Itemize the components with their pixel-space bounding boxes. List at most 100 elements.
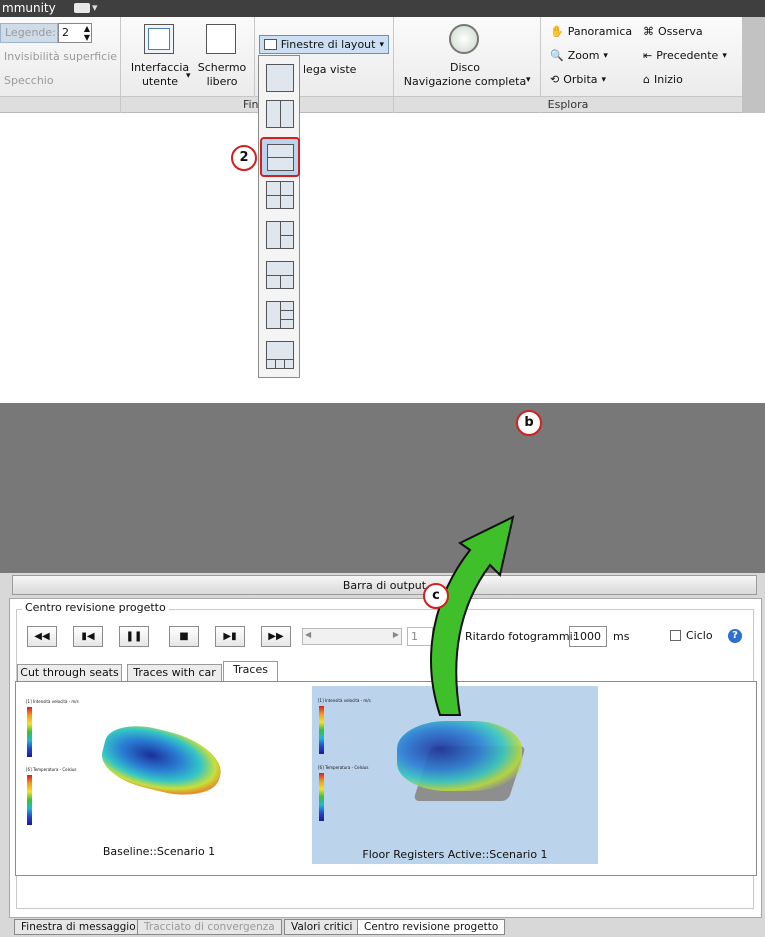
pause-button[interactable]: ❚❚ [119, 626, 149, 647]
orbit-icon: ⟲ [550, 73, 560, 86]
orbit-button[interactable]: ⟲ Orbita ▾ [550, 73, 606, 86]
loop-label: Ciclo [686, 629, 713, 642]
title-bar: mmunity ▾ [0, 0, 765, 17]
slider-right-icon: ▶ [392, 630, 399, 639]
legend-temperature: [6] Temperatura - Celsius [318, 765, 369, 770]
help-icon[interactable]: ? [728, 629, 742, 643]
layout-two-horizontal-option[interactable] [260, 137, 300, 177]
zoom-button[interactable]: 🔍 Zoom ▾ [550, 49, 608, 62]
ribbon-scroll-area [742, 17, 765, 113]
tab-traces[interactable]: Traces [223, 661, 278, 682]
pan-label: Panoramica [567, 25, 633, 38]
stepper-arrows-icon[interactable]: ▲ ▼ [84, 24, 90, 42]
legend-label: Legende: [0, 23, 58, 43]
tab-traces-with-car[interactable]: Traces with car [127, 664, 222, 682]
look-label: Osserva [658, 25, 703, 38]
chevron-down-icon: ▾ [601, 74, 607, 85]
invisibility-button[interactable]: Invisibilità superficie [4, 50, 117, 63]
panel-label-left [0, 96, 120, 112]
chevron-down-icon: ▾ [526, 75, 531, 85]
color-scale-velocity [319, 706, 324, 754]
layout-icon [264, 39, 277, 50]
home-label: Inizio [653, 73, 683, 86]
frame-slider[interactable]: ◀ ▶ [302, 628, 402, 645]
link-views-button[interactable]: lega viste [303, 63, 356, 76]
previous-label: Precedente [656, 49, 719, 62]
tab-convergence-plot[interactable]: Tracciato di convergenza [137, 919, 282, 935]
legend-stepper[interactable]: 2 ▲ ▼ [58, 23, 92, 43]
legend-velocity: [1] Intensità velocità - m/s [26, 699, 79, 704]
chevron-down-icon: ▾ [186, 71, 191, 81]
layout-top-big-option[interactable] [266, 261, 294, 289]
fullscreen-button[interactable]: Schermo libero [194, 21, 250, 95]
home-icon: ⌂ [643, 73, 650, 86]
slider-left-icon: ◀ [305, 630, 312, 639]
car-flow-image [392, 716, 532, 811]
loop-checkbox[interactable] [670, 630, 681, 641]
layout-windows-dropdown[interactable]: Finestre di layout ▾ [259, 35, 389, 54]
layout-bottom-three-option[interactable] [266, 341, 294, 369]
legend-velocity: [1] Intensità velocità - m/s [318, 698, 371, 703]
panel-windows-label: Fines [121, 96, 393, 112]
legend-value: 2 [62, 26, 69, 39]
navigation-wheel-button[interactable]: Disco Navigazione completa ▾ [400, 21, 534, 95]
home-button[interactable]: ⌂ Inizio [643, 73, 683, 86]
tab-cut-through-seats[interactable]: Cut through seats [17, 664, 122, 682]
green-arrow-icon [430, 515, 515, 716]
layout-left-three-option[interactable] [266, 301, 294, 329]
user-interface-icon [144, 24, 174, 54]
viewport-area [0, 403, 765, 573]
delay-unit: ms [613, 630, 630, 643]
look-button[interactable]: ⌘ Osserva [643, 25, 703, 38]
color-scale-temperature [27, 775, 32, 825]
tab-critical-values[interactable]: Valori critici [284, 919, 360, 935]
step-forward-button[interactable]: ▶▮ [215, 626, 245, 647]
disc-label-1: Disco [449, 61, 481, 74]
step-back-button[interactable]: ▮◀ [73, 626, 103, 647]
tab-message-window[interactable]: Finestra di messaggio [14, 919, 143, 935]
fullscreen-icon [206, 24, 236, 54]
panel-explore-label: Esplora [394, 96, 742, 112]
disc-label-2: Navigazione completa [403, 75, 527, 88]
callout-c: c [423, 583, 449, 609]
layout-two-vertical-option[interactable] [266, 100, 294, 128]
user-interface-button[interactable]: Interfaccia utente ▾ [126, 21, 191, 95]
layout-windows-label: Finestre di layout [280, 38, 376, 51]
pan-button[interactable]: ✋ Panoramica [550, 25, 632, 38]
stop-button[interactable]: ■ [169, 626, 199, 647]
layout-left-big-option[interactable] [266, 221, 294, 249]
look-icon: ⌘ [643, 25, 654, 38]
callout-b: b [516, 410, 542, 436]
chevron-down-icon: ▾ [722, 50, 727, 61]
layout-dropdown-menu [258, 55, 300, 378]
car-flow-image [94, 717, 229, 805]
user-interface-label-1: Interfaccia [130, 61, 190, 74]
layout-four-option[interactable] [266, 181, 294, 209]
delay-input[interactable]: 1000 [569, 626, 607, 647]
qat-dropdown-icon[interactable]: ▾ [92, 1, 98, 14]
qat-toggle-icon[interactable] [74, 3, 90, 13]
chevron-down-icon: ▾ [379, 39, 384, 50]
legend-temperature: [6] Temperatura - Celsius [26, 767, 77, 772]
ribbon: Legende: 2 ▲ ▼ Invisibilità superficie Sp… [0, 17, 765, 113]
tab-design-review-center[interactable]: Centro revisione progetto [357, 919, 506, 935]
thumbnail-baseline[interactable]: [1] Intensità velocità - m/s [6] Tempera… [24, 689, 294, 859]
layout-single-option[interactable] [266, 64, 294, 92]
last-frame-button[interactable]: ▶▶ [261, 626, 291, 647]
first-frame-button[interactable]: ◀◀ [27, 626, 57, 647]
group-title: Centro revisione progetto [22, 601, 169, 614]
design-review-center: Centro revisione progetto ◀◀ ▮◀ ❚❚ ■ ▶▮ … [9, 598, 762, 918]
zoom-label: Zoom [567, 49, 600, 62]
hand-icon: ✋ [550, 25, 564, 38]
title-text: mmunity [2, 1, 56, 15]
fullscreen-label-2: libero [206, 75, 238, 88]
chevron-down-icon: ▾ [603, 50, 608, 61]
previous-button[interactable]: ⇤ Precedente ▾ [643, 49, 727, 62]
mirror-button[interactable]: Specchio [4, 74, 54, 87]
callout-2: 2 [231, 145, 257, 171]
zoom-icon: 🔍 [550, 49, 564, 62]
thumbnail-baseline-caption: Baseline::Scenario 1 [102, 845, 216, 858]
output-bar[interactable]: Barra di output [12, 575, 757, 595]
panel-explore-text: Esplora [547, 98, 589, 111]
color-scale-velocity [27, 707, 32, 757]
